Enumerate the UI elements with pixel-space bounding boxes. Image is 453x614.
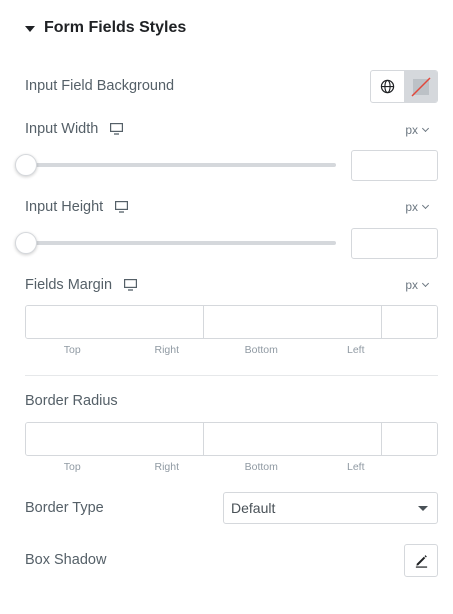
background-toggle[interactable] [370, 70, 438, 103]
radius-right-label: Right [154, 461, 179, 473]
background-label: Input Field Background [25, 78, 175, 94]
section-title: Form Fields Styles [44, 19, 187, 36]
desktop-icon[interactable] [124, 279, 138, 291]
divider [25, 375, 438, 376]
chevron-down-icon [421, 279, 430, 288]
input-width-field[interactable] [351, 150, 438, 181]
margin-top-label: Top [63, 344, 81, 356]
margin-left-label: Left [346, 344, 365, 356]
caret-down-icon [418, 505, 428, 511]
caret-down-icon[interactable] [25, 25, 35, 32]
fields-margin-dimensions [25, 305, 438, 339]
fields-margin-unit-select[interactable]: px [405, 277, 430, 293]
input-width-slider-handle[interactable] [15, 154, 37, 176]
border-radius-label: Border Radius [25, 393, 118, 409]
pencil-icon [415, 555, 427, 568]
global-color-button[interactable] [371, 71, 404, 102]
desktop-icon[interactable] [115, 201, 129, 213]
input-height-slider[interactable] [15, 232, 336, 254]
input-width-unit-select[interactable]: px [405, 122, 430, 138]
desktop-icon[interactable] [110, 123, 124, 135]
radius-bottom-input[interactable] [382, 423, 437, 455]
margin-right-label: Right [154, 344, 179, 356]
margin-right-input[interactable] [204, 306, 382, 338]
input-height-field[interactable] [351, 228, 438, 259]
border-type-select[interactable]: Default [223, 492, 438, 524]
box-shadow-edit-button[interactable] [404, 544, 438, 577]
chevron-down-icon [421, 124, 430, 133]
globe-icon [380, 79, 395, 94]
section-header[interactable]: Form Fields Styles [25, 17, 186, 39]
border-type-label: Border Type [25, 500, 104, 516]
margin-bottom-label: Bottom [244, 344, 278, 356]
radius-left-label: Left [346, 461, 365, 473]
radius-top-label: Top [63, 461, 81, 473]
radius-top-input[interactable] [26, 423, 204, 455]
box-shadow-label: Box Shadow [25, 552, 107, 568]
input-height-slider-handle[interactable] [15, 232, 37, 254]
border-radius-dimensions [25, 422, 438, 456]
fields-margin-label: Fields Margin [25, 275, 138, 295]
input-width-label: Input Width [25, 119, 124, 139]
input-width-slider[interactable] [15, 154, 336, 176]
chevron-down-icon [421, 201, 430, 210]
input-height-unit-select[interactable]: px [405, 199, 430, 215]
radius-bottom-label: Bottom [244, 461, 278, 473]
margin-bottom-input[interactable] [382, 306, 437, 338]
border-type-selected-value: Default [231, 500, 276, 516]
input-height-label: Input Height [25, 197, 129, 217]
no-color-swatch-icon [411, 76, 431, 97]
margin-top-input[interactable] [26, 306, 204, 338]
radius-right-input[interactable] [204, 423, 382, 455]
color-swatch-button[interactable] [403, 71, 437, 102]
